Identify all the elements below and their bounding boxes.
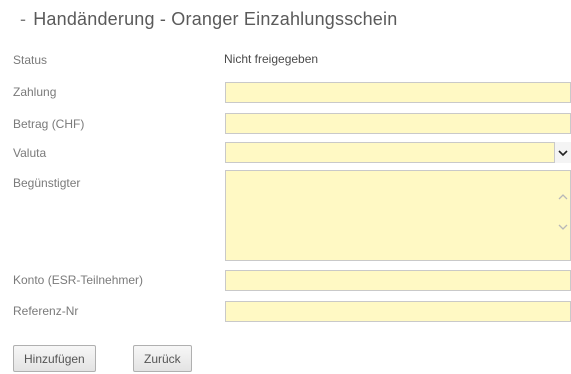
status-label: Status — [13, 53, 48, 67]
konto-input[interactable] — [225, 270, 571, 291]
referenz-input[interactable] — [225, 301, 571, 322]
title-dash: - — [20, 9, 27, 29]
konto-label: Konto (ESR-Teilnehmer) — [13, 273, 144, 287]
referenz-label: Referenz-Nr — [13, 304, 79, 318]
page-title-text: Handänderung - Oranger Einzahlungsschein — [33, 9, 398, 29]
chevron-up-icon[interactable] — [557, 192, 569, 204]
beguenstigter-textarea[interactable] — [225, 170, 571, 261]
page-title: - Handänderung - Oranger Einzahlungsschei… — [20, 9, 397, 30]
valuta-select-box[interactable] — [225, 142, 571, 163]
chevron-down-icon[interactable] — [557, 222, 569, 234]
chevron-down-icon[interactable] — [554, 142, 571, 163]
beguenstigter-textarea-wrap — [225, 170, 571, 261]
back-button[interactable]: Zurück — [133, 345, 192, 372]
zahlung-input[interactable] — [225, 82, 571, 103]
valuta-label: Valuta — [13, 146, 47, 160]
payment-form-page: - Handänderung - Oranger Einzahlungsschei… — [0, 0, 571, 374]
betrag-input[interactable] — [225, 113, 571, 134]
betrag-label: Betrag (CHF) — [13, 117, 85, 131]
status-value: Nicht freigegeben — [224, 52, 319, 66]
valuta-select[interactable] — [225, 142, 571, 163]
add-button[interactable]: Hinzufügen — [13, 345, 96, 372]
beguenstigter-label: Begünstigter — [13, 176, 81, 190]
zahlung-label: Zahlung — [13, 85, 57, 99]
